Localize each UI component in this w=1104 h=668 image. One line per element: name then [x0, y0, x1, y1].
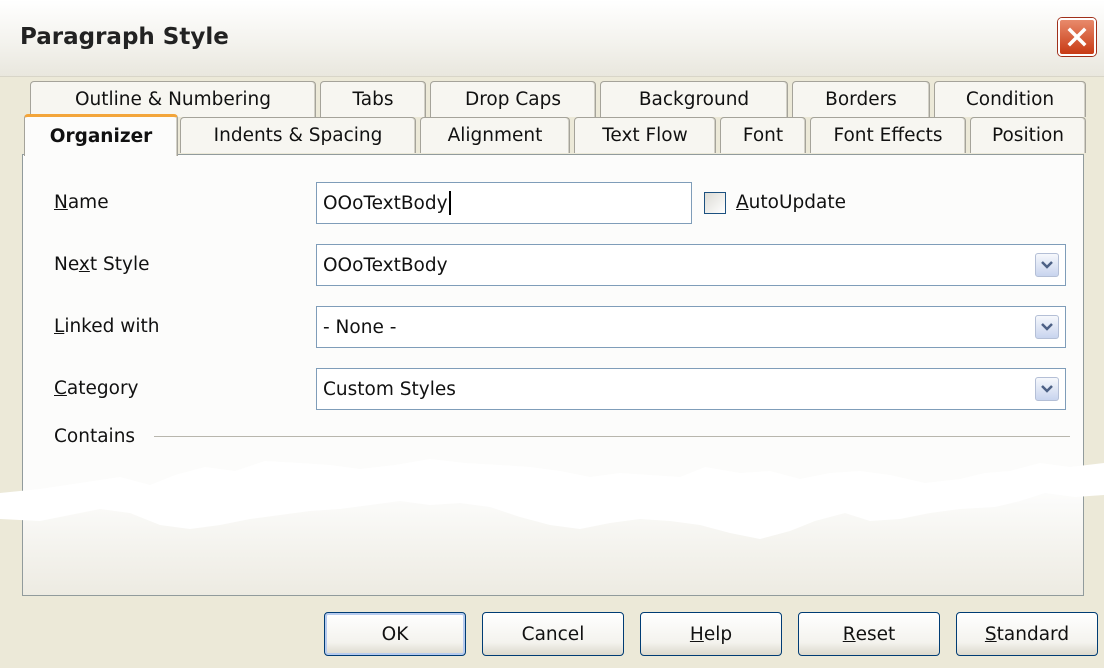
next-style-value: OOoTextBody — [323, 254, 448, 276]
paragraph-style-dialog: Paragraph Style Outline & Numbering Tabs… — [0, 0, 1104, 668]
reset-button[interactable]: Reset — [798, 612, 940, 656]
text-cursor — [448, 191, 451, 215]
linked-with-label: Linked with — [54, 316, 160, 337]
chevron-down-icon — [1041, 323, 1053, 331]
name-value: OOoTextBody — [323, 192, 448, 214]
tab-borders[interactable]: Borders — [792, 81, 930, 117]
tab-alignment[interactable]: Alignment — [420, 117, 570, 153]
contains-label: Contains — [54, 426, 136, 447]
tab-organizer[interactable]: Organizer — [24, 114, 178, 156]
tab-indents-spacing[interactable]: Indents & Spacing — [180, 117, 416, 153]
tab-position[interactable]: Position — [970, 117, 1086, 153]
tab-font[interactable]: Font — [720, 117, 806, 153]
next-style-label: Next Style — [54, 254, 150, 275]
name-label: Name — [54, 192, 109, 213]
tab-tabs[interactable]: Tabs — [320, 81, 426, 117]
tab-background[interactable]: Background — [600, 81, 788, 117]
category-select[interactable]: Custom Styles — [316, 368, 1066, 410]
category-dropdown-button[interactable] — [1035, 377, 1059, 401]
torn-edge-overlay — [0, 459, 1104, 539]
linked-with-dropdown-button[interactable] — [1035, 315, 1059, 339]
linked-with-select[interactable]: - None - — [316, 306, 1066, 348]
next-style-select[interactable]: OOoTextBody — [316, 244, 1066, 286]
contains-separator — [154, 436, 1070, 437]
close-icon — [1067, 27, 1087, 47]
name-input[interactable]: OOoTextBody — [316, 182, 692, 224]
tab-drop-caps[interactable]: Drop Caps — [430, 81, 596, 117]
next-style-dropdown-button[interactable] — [1035, 253, 1059, 277]
chevron-down-icon — [1041, 385, 1053, 393]
autoupdate-checkbox[interactable] — [704, 192, 726, 214]
standard-button[interactable]: Standard — [956, 612, 1098, 656]
title-bar[interactable]: Paragraph Style — [0, 0, 1104, 77]
dialog-title: Paragraph Style — [20, 24, 229, 50]
category-label: Category — [54, 378, 139, 399]
linked-with-value: - None - — [323, 316, 397, 338]
tab-outline-numbering[interactable]: Outline & Numbering — [30, 81, 316, 117]
close-button[interactable] — [1058, 18, 1096, 56]
ok-button[interactable]: OK — [324, 612, 466, 656]
help-button[interactable]: Help — [640, 612, 782, 656]
cancel-button[interactable]: Cancel — [482, 612, 624, 656]
tab-font-effects[interactable]: Font Effects — [810, 117, 966, 153]
chevron-down-icon — [1041, 261, 1053, 269]
category-value: Custom Styles — [323, 378, 456, 400]
autoupdate-label[interactable]: AutoUpdate — [736, 192, 846, 213]
tab-condition[interactable]: Condition — [934, 81, 1086, 117]
tab-text-flow[interactable]: Text Flow — [574, 117, 716, 153]
